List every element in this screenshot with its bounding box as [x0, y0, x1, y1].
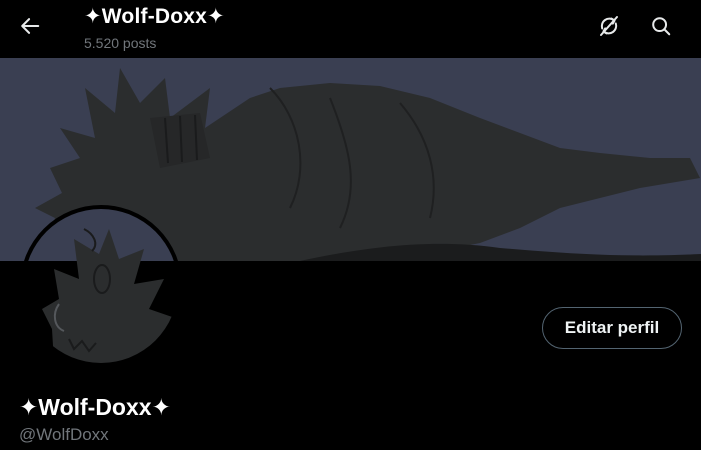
header-title-block: ✦Wolf-Doxx✦ 5.520 posts	[84, 4, 225, 52]
profile-display-name: ✦Wolf-Doxx✦	[19, 394, 171, 420]
profile-screen: ✦Wolf-Doxx✦ 5.520 posts Editar perfil ✦W…	[0, 0, 701, 450]
post-count: 5.520 posts	[84, 35, 157, 51]
arrow-left-icon	[19, 15, 41, 42]
refresh-button[interactable]	[593, 12, 625, 44]
profile-handle: @WolfDoxx	[19, 425, 109, 444]
header-title: ✦Wolf-Doxx✦	[84, 5, 225, 28]
search-button[interactable]	[645, 12, 677, 44]
avatar[interactable]	[20, 205, 182, 367]
search-icon	[650, 15, 672, 42]
refresh-off-icon	[597, 14, 621, 43]
back-button[interactable]	[14, 12, 46, 44]
avatar-artwork	[24, 209, 178, 363]
edit-profile-button[interactable]: Editar perfil	[542, 307, 682, 349]
top-bar: ✦Wolf-Doxx✦ 5.520 posts	[0, 0, 701, 58]
